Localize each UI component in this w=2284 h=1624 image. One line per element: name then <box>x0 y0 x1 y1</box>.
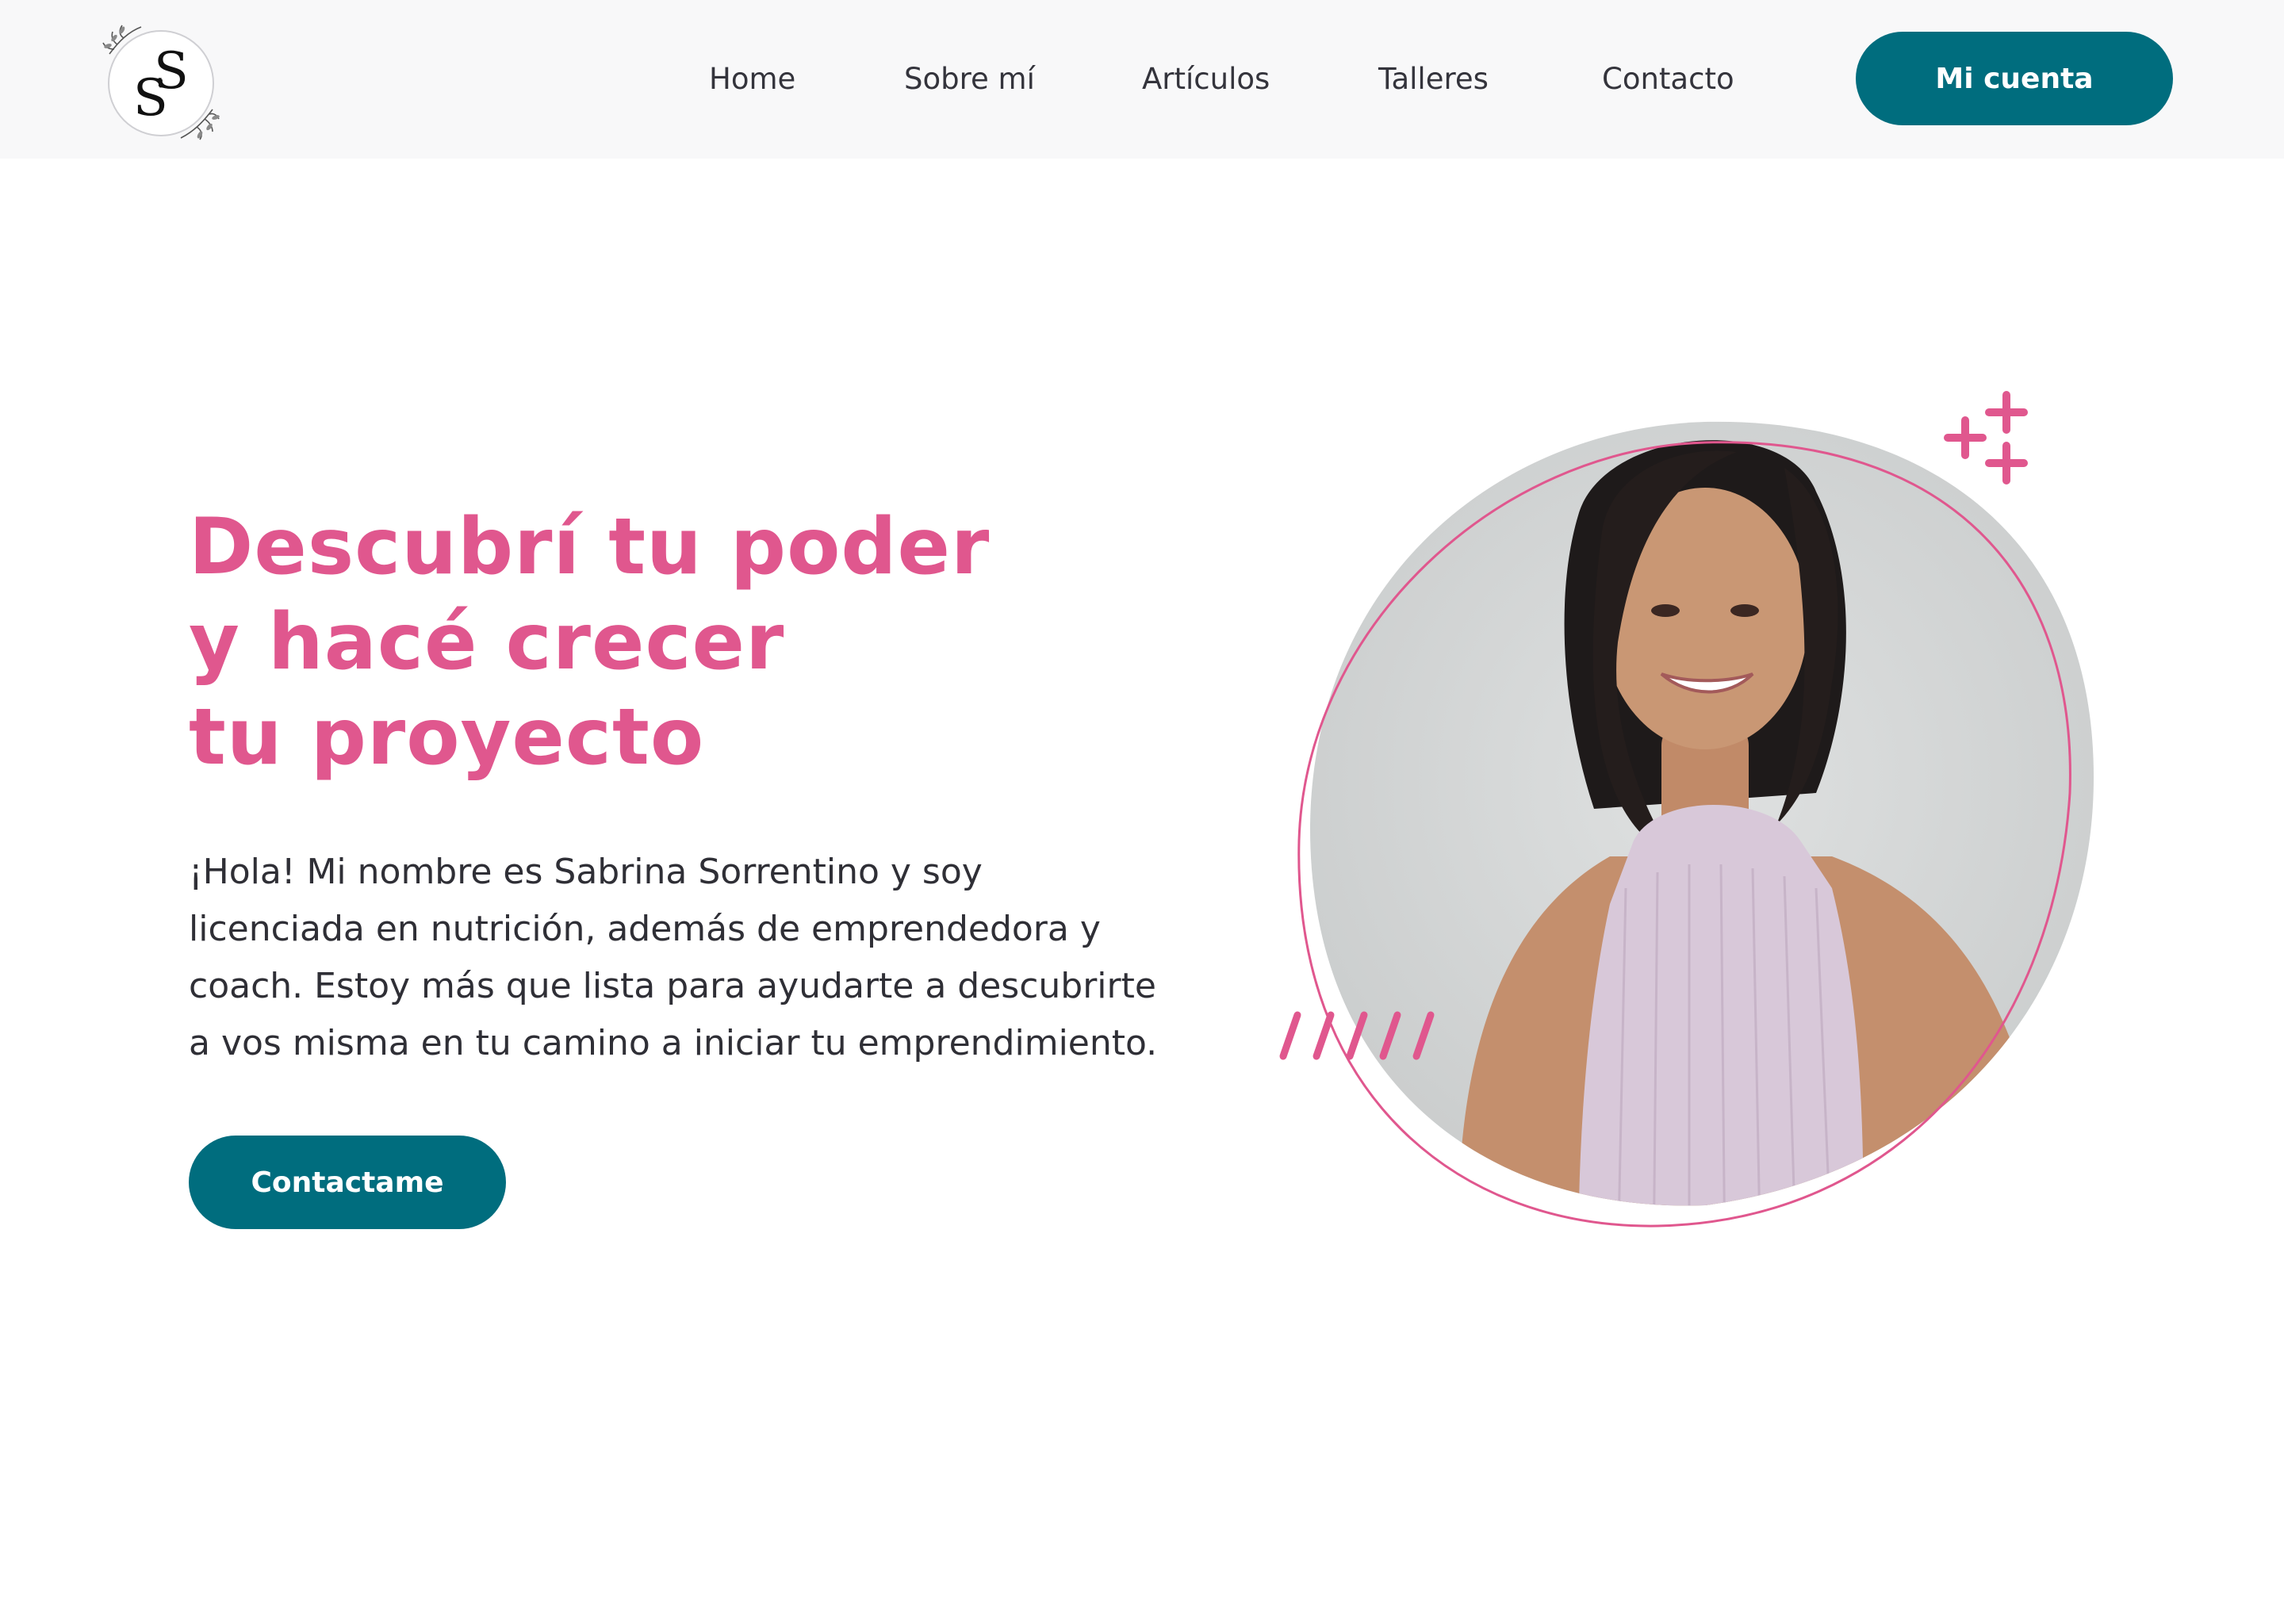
nav-item-contacto[interactable]: Contacto <box>1602 62 1734 97</box>
nav-item-talleres[interactable]: Talleres <box>1378 62 1489 97</box>
portrait-photo <box>1297 421 2094 1228</box>
hero-intro-text: ¡Hola! Mi nombre es Sabrina Sorrentino y… <box>189 844 1188 1072</box>
my-account-button[interactable]: Mi cuenta <box>1856 32 2173 125</box>
hero-title-line-1: Descubrí tu poder <box>189 502 991 592</box>
contact-button[interactable]: Contactame <box>189 1136 506 1229</box>
slash-lines-icon <box>1279 1011 1435 1060</box>
hero-title: Descubrí tu poder y hacé crecer tu proye… <box>189 500 1140 785</box>
hero-intro-line-2: licenciada en nutrición, además de empre… <box>189 909 1101 949</box>
hero-intro-line-4: a vos misma en tu camino a iniciar tu em… <box>189 1023 1158 1063</box>
plus-signs-icon <box>1944 391 2028 485</box>
hero-intro-line-1: ¡Hola! Mi nombre es Sabrina Sorrentino y… <box>189 852 983 892</box>
hero-intro-line-3: coach. Estoy más que lista para ayudarte… <box>189 966 1156 1006</box>
site-header: S S Home Sobre mí Artículos Talleres Con… <box>0 0 2284 159</box>
nav-item-sobre-mi[interactable]: Sobre mí <box>904 62 1035 97</box>
hero-portrait <box>1261 381 2149 1269</box>
hero-title-line-2: y hacé crecer <box>189 597 785 688</box>
nav-item-articulos[interactable]: Artículos <box>1142 62 1270 97</box>
hero-title-line-3: tu proyecto <box>189 692 705 783</box>
nav-item-home[interactable]: Home <box>709 62 795 97</box>
